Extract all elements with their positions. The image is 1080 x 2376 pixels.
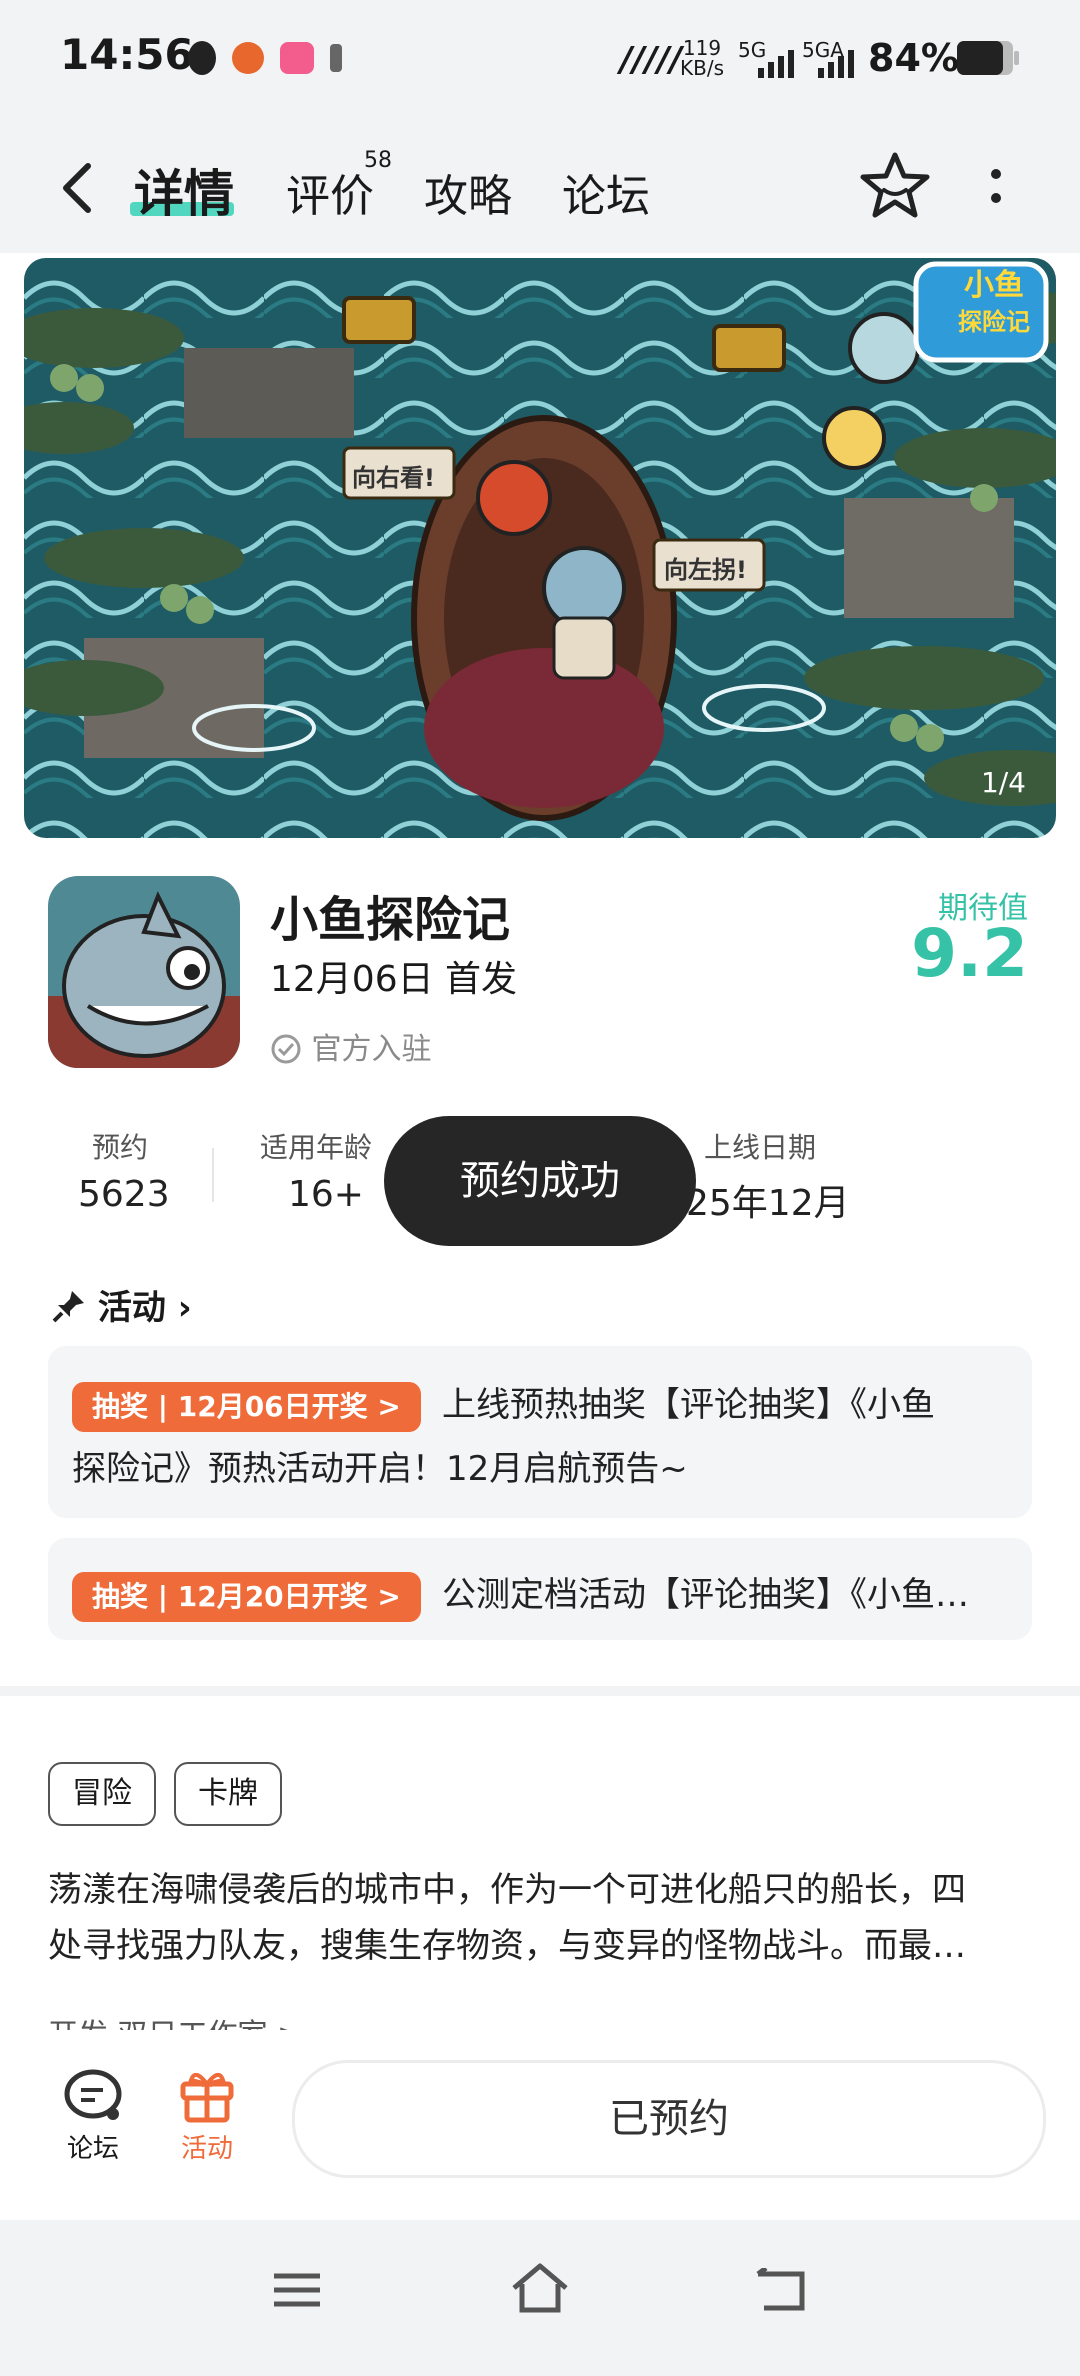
reserve-success-toast: 预约成功 [384,1116,696,1246]
back-arrow-icon[interactable] [58,162,94,214]
stat-date-value: 25年12月 [686,1183,850,1224]
banner-illustration [24,258,1056,838]
stat-age-value: 16+ [288,1174,364,1215]
stat-date-label: 上线日期 [704,1131,817,1164]
home-icon[interactable] [510,2262,570,2314]
stat-age-label: 适用年龄 [260,1131,373,1164]
section-divider [0,1686,1080,1696]
forum-button[interactable]: 论坛 [58,2068,128,2165]
sign-left-text: 向右看! [352,464,435,492]
banner-page-counter: 1/4 [980,766,1026,799]
game-banner[interactable]: 向右看! 向左拐! 小鱼 探险记 1/4 [24,258,1056,838]
pin-icon [52,1291,84,1323]
activity-text-2: 公测定档活动【评论抽奖】《小鱼… [441,1575,969,1615]
game-description[interactable]: 荡漾在海啸侵袭后的城市中，作为一个可进化船只的船长，四 处寻找强力队友，搜集生存… [48,1862,1032,1974]
check-circle-icon [271,1034,301,1064]
chevron-right-icon: › [177,1288,192,1328]
activity-title: 活动 [97,1288,166,1328]
tab-forum[interactable]: 论坛 [562,160,650,224]
description-line2: 处寻找强力队友，搜集生存物资，与变异的怪物战斗。而最… [48,1926,966,1966]
reviews-count-badge: 58 [364,148,392,173]
game-title: 小鱼探险记 [270,892,511,948]
stat-reserve-value: 5623 [78,1174,170,1215]
top-nav: 详情 评价 58 攻略 论坛 [0,118,1080,253]
system-nav-bar [0,2220,1080,2376]
back-icon[interactable] [754,2268,806,2312]
battery-icon [957,41,1019,75]
release-date: 12月06日 首发 [270,959,518,1000]
tag-adventure[interactable]: 冒险 [48,1762,156,1826]
activity-button[interactable]: 活动 [172,2066,242,2165]
signal-icon [758,50,794,78]
game-app-icon [48,876,240,1068]
favorite-star-icon[interactable] [860,150,930,220]
stat-reserve-label: 预约 [92,1131,149,1164]
chat-bubble-icon [64,2069,122,2120]
tab-details[interactable]: 详情 [134,154,234,226]
activity-card-2[interactable]: 抽奖 | 12月20日开奖 > 公测定档活动【评论抽奖】《小鱼… [48,1538,1032,1640]
tab-guides[interactable]: 攻略 [424,160,512,224]
banner-logo: 小鱼 探险记 [944,268,1044,340]
notification-icons [188,41,342,75]
activity-tag-1: 抽奖 | 12月06日开奖 > [72,1382,421,1432]
tab-reviews[interactable]: 评价 [286,160,374,224]
menu-icon[interactable] [272,2270,322,2310]
status-time: 14:56 [60,30,194,79]
more-options-icon[interactable] [984,164,1008,212]
gift-icon [180,2072,234,2123]
net-speed-value: 119 [682,36,722,60]
activity-section-header[interactable]: 活动 › [52,1280,192,1329]
banner-logo-line2: 探险记 [958,308,1030,336]
tag-card[interactable]: 卡牌 [174,1762,282,1826]
forum-label: 论坛 [66,2134,119,2164]
signal-icon-2 [818,50,854,78]
activity-text-1b: 探险记》预热活动开启！12月启航预告~ [72,1449,688,1489]
official-badge: 官方入驻 [270,1024,432,1068]
expect-value: 9.2 [911,915,1028,992]
status-bar: 14:56 ///// 119 KB/s 5G 5GA 84% [0,0,1080,118]
net-speed-unit: KB/s [680,56,724,80]
signal-activity-icon: ///// [620,40,683,80]
stat-divider [212,1148,214,1202]
battery-percent: 84% [868,36,959,80]
official-label: 官方入驻 [311,1032,432,1067]
activity-label: 活动 [180,2134,233,2164]
activity-tag-2: 抽奖 | 12月20日开奖 > [72,1572,421,1622]
description-line1: 荡漾在海啸侵袭后的城市中，作为一个可进化船只的船长，四 [48,1870,966,1910]
sign-right-text: 向左拐! [664,556,747,584]
activity-card-1[interactable]: 抽奖 | 12月06日开奖 > 上线预热抽奖【评论抽奖】《小鱼 探险记》预热活动… [48,1346,1032,1518]
reserved-button[interactable]: 已预约 [292,2060,1046,2178]
activity-text-1a: 上线预热抽奖【评论抽奖】《小鱼 [441,1385,935,1425]
banner-logo-line1: 小鱼 [964,268,1024,303]
